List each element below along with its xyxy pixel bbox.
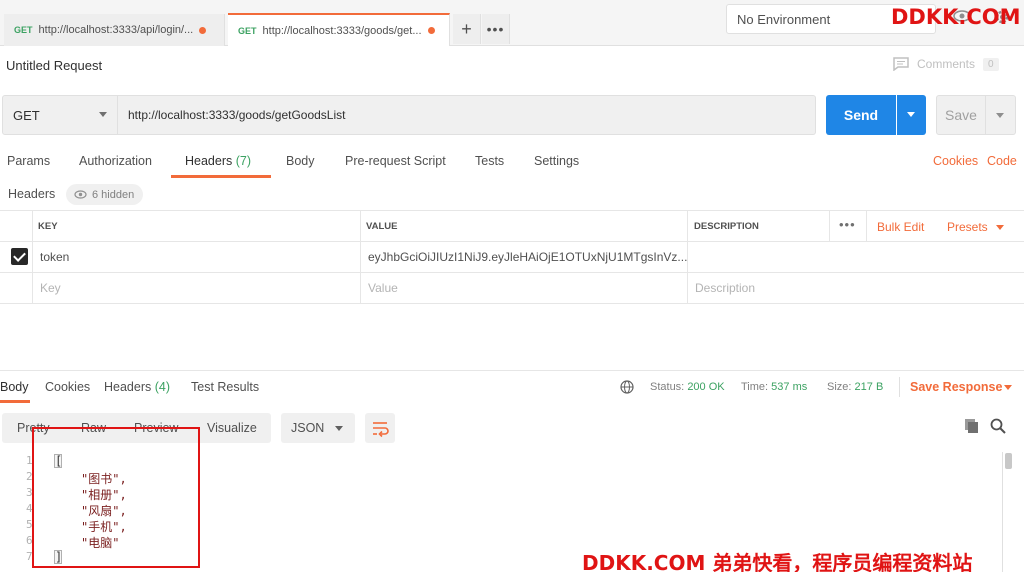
tab-tests[interactable]: Tests	[475, 154, 504, 168]
size-value: 217 B	[854, 381, 884, 393]
comments-button[interactable]: Comments 0	[893, 57, 999, 71]
eye-icon	[74, 190, 87, 199]
search-icon[interactable]	[990, 418, 1006, 437]
size-label: Size:	[827, 381, 852, 393]
time-label: Time:	[741, 381, 769, 393]
request-title[interactable]: Untitled Request	[6, 58, 102, 73]
table-divider	[0, 272, 1024, 273]
header-enabled-checkbox[interactable]	[11, 248, 28, 265]
more-options-icon[interactable]: •••	[839, 217, 856, 232]
save-response-chevron-icon[interactable]	[1004, 385, 1012, 390]
column-header-key: KEY	[38, 221, 58, 232]
column-divider	[829, 210, 830, 241]
column-header-value: VALUE	[366, 221, 398, 232]
new-description-input[interactable]: Description	[695, 281, 755, 295]
header-value-cell[interactable]: eyJhbGciOiJIUzI1NiJ9.eyJleHAiOjE1OTUxNjU…	[368, 250, 687, 264]
bulk-edit-link[interactable]: Bulk Edit	[877, 220, 924, 234]
comments-count: 0	[983, 57, 999, 71]
cookies-link[interactable]: Cookies	[933, 154, 978, 168]
headers-section-label: Headers	[8, 187, 56, 201]
watermark-top: DDKK.COM	[891, 5, 1021, 29]
url-input[interactable]: http://localhost:3333/goods/getGoodsList	[118, 95, 816, 135]
hidden-headers-label: 6 hidden	[92, 188, 135, 201]
column-divider	[866, 210, 867, 241]
send-button[interactable]: Send	[826, 95, 896, 135]
tab-method: GET	[238, 25, 257, 36]
format-select[interactable]: JSON	[281, 413, 355, 443]
presets-dropdown[interactable]: Presets	[947, 220, 988, 234]
wrap-lines-button[interactable]	[365, 413, 395, 443]
url-value: http://localhost:3333/goods/getGoodsList	[128, 108, 346, 122]
environment-label: No Environment	[737, 11, 831, 27]
response-tab-headers[interactable]: Headers (4)	[104, 380, 170, 394]
new-key-input[interactable]: Key	[40, 281, 61, 295]
response-tab-headers-label: Headers	[104, 380, 152, 394]
status-value: 200 OK	[687, 381, 725, 393]
status-label: Status:	[650, 381, 685, 393]
tab-body[interactable]: Body	[286, 154, 315, 168]
comment-icon	[893, 57, 909, 71]
tab-authorization[interactable]: Authorization	[79, 154, 152, 168]
column-divider	[360, 210, 361, 303]
request-tab-goods[interactable]: GET http://localhost:3333/goods/get...	[228, 13, 450, 46]
chevron-down-icon	[335, 426, 343, 431]
table-divider	[0, 241, 1024, 242]
column-divider	[32, 210, 33, 303]
tab-headers[interactable]: Headers (7)	[185, 154, 251, 168]
column-header-description: DESCRIPTION	[694, 221, 759, 232]
copy-icon[interactable]	[964, 418, 980, 437]
time-value: 537 ms	[771, 381, 808, 393]
response-tab-body[interactable]: Body	[0, 380, 29, 394]
method-select[interactable]: GET	[2, 95, 118, 135]
response-divider	[0, 370, 1024, 371]
tab-headers-label: Headers	[185, 154, 233, 168]
tab-method: GET	[14, 25, 33, 35]
response-size: Size: 217 B	[827, 381, 883, 393]
tab-more-icon[interactable]: •••	[482, 14, 510, 44]
save-response-button[interactable]: Save Response	[910, 380, 1002, 394]
method-value: GET	[13, 107, 40, 123]
tab-headers-count: (7)	[235, 154, 252, 168]
format-value: JSON	[291, 421, 325, 435]
request-tab-login[interactable]: GET http://localhost:3333/api/login/...	[4, 14, 225, 46]
comments-label: Comments	[917, 57, 976, 71]
code-link[interactable]: Code	[987, 154, 1017, 168]
new-value-input[interactable]: Value	[368, 281, 398, 295]
active-tab-indicator	[171, 175, 271, 178]
response-status: Status: 200 OK	[650, 381, 725, 393]
table-divider	[0, 303, 1024, 304]
toolbar-separator	[899, 377, 900, 397]
header-key-cell[interactable]: token	[40, 250, 69, 264]
annotation-highlight-box	[32, 427, 200, 568]
view-visualize-button[interactable]: Visualize	[207, 421, 257, 435]
watermark-bottom: DDKK.COM 弟弟快看，程序员编程资料站	[582, 551, 973, 572]
save-options-chevron-icon[interactable]	[986, 95, 1016, 135]
tab-prerequest-script[interactable]: Pre-request Script	[345, 154, 446, 168]
chevron-down-icon	[99, 112, 107, 117]
unsaved-dot-icon	[427, 27, 435, 34]
wrap-lines-icon	[373, 422, 389, 438]
new-tab-plus-icon[interactable]: +	[453, 14, 481, 44]
response-active-tab-indicator	[0, 400, 30, 403]
response-tab-cookies[interactable]: Cookies	[45, 380, 90, 394]
scrollbar-thumb[interactable]	[1005, 453, 1012, 469]
tab-url: http://localhost:3333/goods/get...	[262, 24, 422, 37]
presets-chevron-down-icon[interactable]	[996, 225, 1004, 230]
tab-url: http://localhost:3333/api/login/...	[38, 24, 194, 36]
save-button[interactable]: Save	[936, 95, 986, 135]
tab-settings[interactable]: Settings	[534, 154, 579, 168]
send-options-chevron-icon[interactable]	[897, 95, 926, 135]
response-time: Time: 537 ms	[741, 381, 807, 393]
scrollbar-track[interactable]	[1002, 452, 1003, 572]
tab-params[interactable]: Params	[7, 154, 50, 168]
hidden-headers-toggle[interactable]: 6 hidden	[66, 184, 144, 205]
unsaved-dot-icon	[199, 26, 207, 34]
response-tab-test-results[interactable]: Test Results	[191, 380, 259, 394]
table-divider	[0, 210, 1024, 211]
globe-icon[interactable]	[620, 380, 634, 397]
response-tab-headers-count: (4)	[154, 380, 171, 394]
